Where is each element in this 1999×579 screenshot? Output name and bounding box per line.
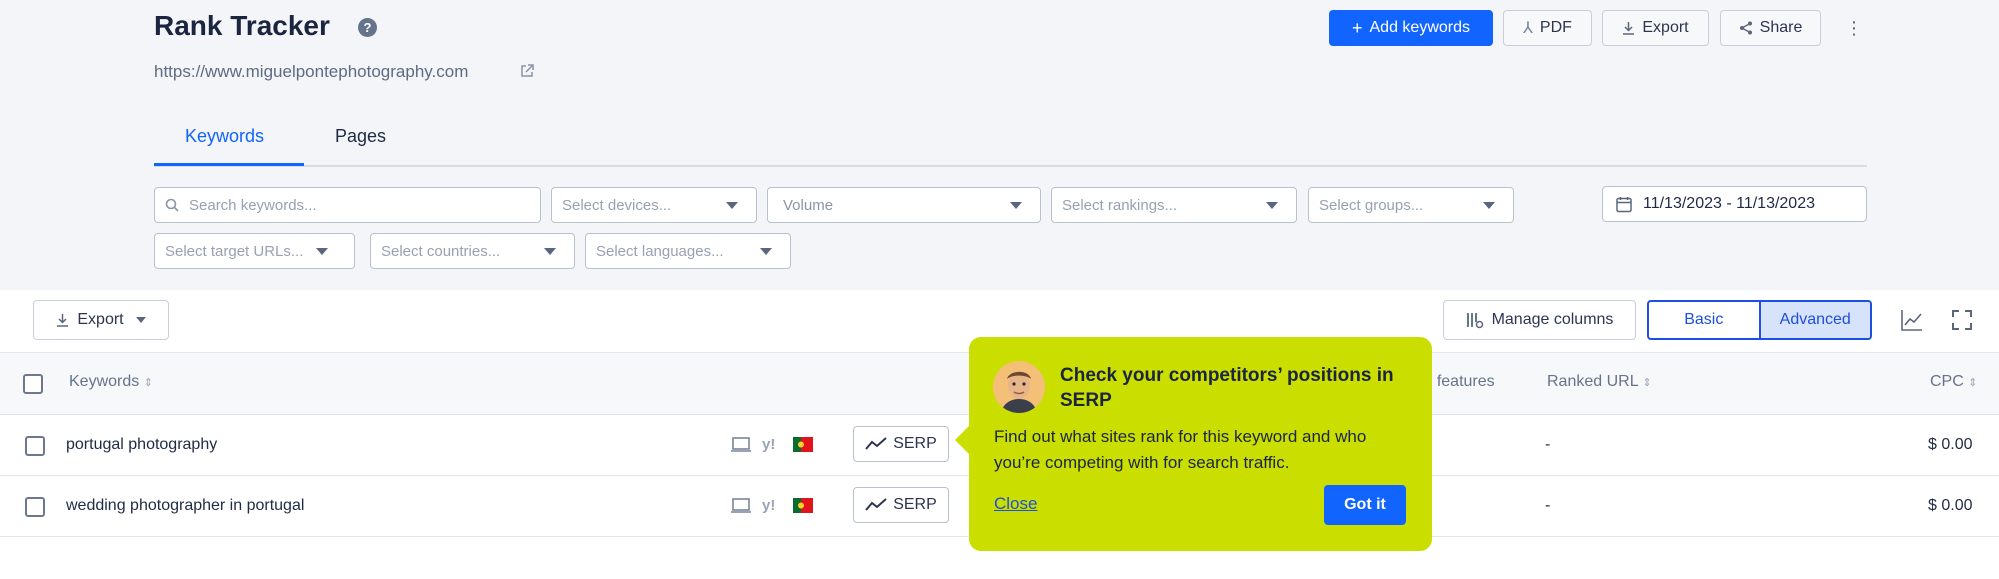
serp-button[interactable]: SERP: [853, 487, 949, 523]
pdf-button[interactable]: ⅄ PDF: [1503, 10, 1592, 46]
trend-line-icon: [865, 498, 887, 511]
groups-select[interactable]: Select groups...: [1308, 187, 1514, 223]
external-link-icon[interactable]: [520, 64, 534, 78]
chevron-down-icon: [726, 202, 738, 209]
tab-keywords[interactable]: Keywords: [185, 126, 264, 147]
pdf-icon: ⅄: [1523, 20, 1533, 37]
languages-select[interactable]: Select languages...: [585, 233, 791, 269]
view-basic-button[interactable]: Basic: [1649, 302, 1759, 338]
desktop-icon: [731, 437, 751, 452]
download-icon: [57, 314, 69, 327]
portugal-flag-icon: [793, 498, 813, 513]
volume-select[interactable]: Volume: [767, 187, 1041, 223]
desktop-icon: [731, 498, 751, 513]
select-all-checkbox[interactable]: [23, 374, 43, 394]
active-tab-indicator: [154, 163, 304, 166]
share-icon: [1739, 21, 1752, 35]
search-icon: [165, 198, 179, 212]
column-header-cpc[interactable]: CPC ⇕: [1930, 373, 1977, 391]
add-keywords-button[interactable]: + Add keywords: [1329, 10, 1493, 46]
view-advanced-button[interactable]: Advanced: [1758, 302, 1870, 338]
tabs-divider: [154, 165, 1867, 167]
rankings-select[interactable]: Select rankings...: [1051, 187, 1297, 223]
help-icon[interactable]: ?: [358, 18, 377, 37]
portugal-flag-icon: [793, 437, 813, 452]
column-header-serp-features[interactable]: P features: [1422, 373, 1495, 391]
sort-icon: ⇕: [1642, 377, 1652, 389]
trend-chart-icon[interactable]: [1900, 308, 1924, 332]
ranked-url-value: -: [1545, 497, 1551, 514]
page-title: Rank Tracker: [154, 10, 330, 41]
sort-icon: ⇕: [1968, 377, 1978, 389]
chevron-down-icon: [135, 317, 146, 323]
fullscreen-icon[interactable]: [1952, 310, 1972, 330]
date-range-picker[interactable]: 11/13/2023 - 11/13/2023: [1602, 186, 1867, 222]
download-icon: [1623, 22, 1635, 35]
chevron-down-icon: [316, 248, 328, 255]
column-header-ranked-url[interactable]: Ranked URL ⇕: [1547, 373, 1652, 391]
view-mode-toggle: Basic Advanced: [1647, 300, 1872, 340]
devices-select[interactable]: Select devices...: [551, 187, 757, 223]
keyword-text[interactable]: wedding photographer in portugal: [66, 497, 304, 515]
trend-line-icon: [865, 437, 887, 450]
chevron-down-icon: [1010, 202, 1022, 209]
popover-text: Find out what sites rank for this keywor…: [994, 427, 1367, 472]
site-url[interactable]: https://www.miguelpontephotography.com: [154, 62, 468, 82]
plus-icon: +: [1351, 17, 1363, 38]
row-checkbox[interactable]: [25, 436, 45, 456]
chevron-down-icon: [760, 248, 772, 255]
chevron-down-icon: [1483, 202, 1495, 209]
page-header-area: Rank Tracker ? https://www.miguelponteph…: [0, 0, 1999, 290]
yahoo-icon: y!: [762, 436, 776, 453]
chevron-down-icon: [544, 248, 556, 255]
popover-arrow: [955, 426, 969, 454]
popover-close-link[interactable]: Close: [994, 494, 1037, 514]
ranked-url-value: -: [1545, 436, 1551, 453]
cpc-value: $ 0.00: [1928, 436, 1973, 453]
target-urls-select[interactable]: Select target URLs...: [154, 233, 355, 269]
columns-icon: [1466, 313, 1483, 329]
chevron-down-icon: [1266, 202, 1278, 209]
export-button[interactable]: Export: [1602, 10, 1709, 46]
row-checkbox[interactable]: [25, 497, 45, 517]
table-export-button[interactable]: Export: [33, 300, 169, 340]
search-input[interactable]: Search keywords...: [154, 187, 541, 223]
more-menu-icon[interactable]: ⋮: [1845, 16, 1863, 40]
keyword-text[interactable]: portugal photography: [66, 436, 217, 454]
share-button[interactable]: Share: [1720, 10, 1821, 46]
manage-columns-button[interactable]: Manage columns: [1443, 300, 1636, 340]
yahoo-icon: y!: [762, 497, 776, 514]
column-header-keywords[interactable]: Keywords ⇕: [69, 373, 153, 391]
serp-button[interactable]: SERP: [853, 426, 949, 462]
tab-pages[interactable]: Pages: [335, 126, 386, 147]
popover-title: Check your competitors’ positions in SER…: [1060, 365, 1394, 411]
calendar-icon: [1616, 197, 1632, 213]
cpc-value: $ 0.00: [1928, 497, 1973, 514]
got-it-button[interactable]: Got it: [1324, 485, 1406, 525]
avatar: [993, 361, 1045, 413]
sort-icon: ⇕: [143, 377, 153, 389]
countries-select[interactable]: Select countries...: [370, 233, 575, 269]
